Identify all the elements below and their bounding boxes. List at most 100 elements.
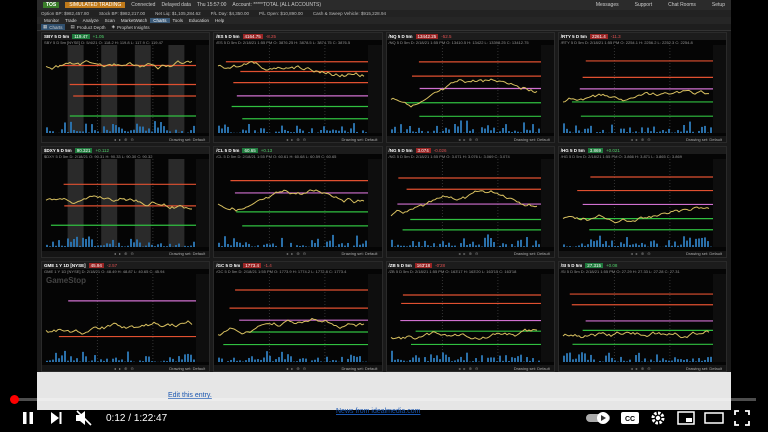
price-axis[interactable] — [712, 45, 727, 133]
progress-scrubber[interactable] — [9, 395, 19, 404]
drawing-set-label[interactable]: Drawing set: Default — [341, 251, 377, 256]
drawing-set-label[interactable]: Drawing set: Default — [341, 137, 377, 142]
price-chart[interactable] — [42, 45, 210, 141]
chart-symbol[interactable]: SBY 5 D 5m — [44, 34, 69, 39]
menu-help[interactable]: Help — [212, 18, 227, 23]
price-axis[interactable] — [196, 45, 210, 133]
top-link-chat-rooms[interactable]: Chat Rooms — [668, 2, 696, 8]
next-button[interactable] — [42, 404, 70, 432]
chart-nav-icons[interactable]: ◂ ▸ ⊕ ⊖ — [387, 137, 480, 142]
price-chart[interactable] — [214, 273, 382, 370]
price-axis[interactable] — [368, 273, 382, 362]
drawing-set-label[interactable]: Drawing set: Default — [341, 366, 377, 371]
chart-symbol[interactable]: /NQ 5 D 5m — [389, 34, 413, 39]
chart-panel[interactable]: /NG 5 D 5m 3.074 -0.026/NG 5 D 5m D: 2/18/… — [385, 146, 555, 258]
chart-panel[interactable]: /ES 5 D 5m 4164.75 -8.25/ES 5 D 5m D: 2/18… — [213, 32, 383, 144]
chart-nav-icons[interactable]: ◂ ▸ ⊕ ⊖ — [42, 366, 135, 371]
chart-symbol[interactable]: /ZB 5 D 5m — [389, 263, 412, 268]
chart-panel[interactable]: /RTY 5 D 5m 2261.4 -11.3/RTY 5 D 5m D: 2/1… — [557, 32, 727, 144]
price-axis[interactable] — [540, 273, 555, 362]
chart-panel[interactable]: /CL 5 D 5m 60.65 +0.13/CL 5 D 5m D: 2/18/2… — [213, 146, 383, 258]
account-selector[interactable]: Account: *****TOTAL (ALL ACCOUNTS) — [232, 2, 321, 8]
price-chart[interactable] — [214, 45, 382, 141]
drawing-set-label[interactable]: Drawing set: Default — [514, 251, 550, 256]
menu-analyze[interactable]: Analyze — [80, 18, 102, 23]
pause-button[interactable] — [14, 404, 42, 432]
price-axis[interactable] — [540, 159, 555, 248]
video-progress-bar[interactable] — [9, 395, 756, 404]
menu-charts[interactable]: Charts — [150, 18, 170, 23]
chart-panel[interactable]: /NQ 5 D 5m 13442.25 -52.5/NQ 5 D 5m D: 2/1… — [385, 32, 555, 144]
price-chart[interactable] — [387, 45, 555, 141]
price-axis[interactable] — [368, 45, 382, 133]
chart-panel[interactable]: /SI 5 D 5m 27.315 +0.08/SI 5 D 5m D: 2/18/… — [557, 260, 727, 372]
price-axis[interactable] — [368, 159, 382, 248]
chart-panel[interactable]: /HG 5 D 5m 3.869 +0.021/HG 5 D 5m D: 2/18/… — [557, 146, 727, 258]
drawing-set-label[interactable]: Drawing set: Default — [686, 251, 722, 256]
top-link-messages[interactable]: Messages — [596, 2, 619, 8]
drawing-set-label[interactable]: Drawing set: Default — [169, 251, 205, 256]
chart-symbol[interactable]: /RTY 5 D 5m — [561, 34, 587, 39]
price-axis[interactable] — [712, 159, 727, 248]
chart-symbol[interactable]: /GC 5 D 5m — [216, 263, 240, 268]
price-chart[interactable] — [387, 273, 555, 370]
chart-nav-icons[interactable]: ◂ ▸ ⊕ ⊖ — [42, 251, 135, 256]
fullscreen-button[interactable] — [728, 404, 756, 432]
price-axis[interactable] — [540, 45, 555, 133]
chart-panel[interactable]: $DXY 5 D 5m 90.321 +0.112 $DXY 5 D 5m D: 2/… — [41, 146, 211, 258]
chart-symbol[interactable]: /SI 5 D 5m — [561, 263, 583, 268]
chart-nav-icons[interactable]: ◂ ▸ ⊕ ⊖ — [214, 251, 307, 256]
menu-monitor[interactable]: Monitor — [41, 18, 62, 23]
tab-prophet-insights[interactable]: ◈ Prophet Insights — [112, 24, 150, 30]
drawing-set-label[interactable]: Drawing set: Default — [169, 366, 205, 371]
autoplay-toggle[interactable] — [582, 404, 616, 432]
chart-symbol[interactable]: /ES 5 D 5m — [216, 34, 239, 39]
chart-panel[interactable]: /ZB 5 D 5m 163'18 -0'28/ZB 5 D 5m D: 2/18/… — [385, 260, 555, 372]
chart-nav-icons[interactable]: ◂ ▸ ⊕ ⊖ — [214, 137, 307, 142]
drawing-set-label[interactable]: Drawing set: Default — [514, 137, 550, 142]
chart-nav-icons[interactable]: ◂ ▸ ⊕ ⊖ — [559, 137, 652, 142]
tab-product-depth[interactable]: ▤ Product Depth — [71, 24, 106, 30]
price-chart[interactable] — [559, 273, 727, 370]
chart-symbol[interactable]: GME 1 Y 1D [NYSE] — [44, 263, 86, 268]
chart-panel[interactable]: GME 1 Y 1D [NYSE] 45.94 -2.57 GME 1 Y 1D [N… — [41, 260, 211, 372]
mute-button[interactable] — [70, 404, 98, 432]
chart-panel[interactable]: SBY 5 D 5m 119.47 +1.05 SBY 5 D 5m [NYSE] D… — [41, 32, 211, 144]
chart-symbol[interactable]: /NG 5 D 5m — [389, 148, 413, 153]
drawing-set-label[interactable]: Drawing set: Default — [514, 366, 550, 371]
menu-marketwatch[interactable]: MarketWatch — [118, 18, 150, 23]
price-axis[interactable] — [196, 159, 210, 248]
price-chart[interactable] — [559, 45, 727, 141]
chart-nav-icons[interactable]: ◂ ▸ ⊕ ⊖ — [559, 366, 652, 371]
tab-charts[interactable]: ▦ Charts — [41, 24, 65, 30]
drawing-set-label[interactable]: Drawing set: Default — [169, 137, 205, 142]
price-chart[interactable] — [42, 159, 210, 255]
captions-button[interactable]: CC — [616, 404, 644, 432]
chart-symbol[interactable]: $DXY 5 D 5m — [44, 148, 72, 153]
price-chart[interactable] — [214, 159, 382, 255]
drawing-set-label[interactable]: Drawing set: Default — [686, 137, 722, 142]
menu-tools[interactable]: Tools — [170, 18, 187, 23]
price-chart[interactable] — [42, 273, 210, 370]
chart-nav-icons[interactable]: ◂ ▸ ⊕ ⊖ — [559, 251, 652, 256]
miniplayer-button[interactable] — [672, 404, 700, 432]
theater-mode-button[interactable] — [700, 404, 728, 432]
menu-trade[interactable]: Trade — [62, 18, 80, 23]
chart-nav-icons[interactable]: ◂ ▸ ⊕ ⊖ — [42, 137, 135, 142]
chart-nav-icons[interactable]: ◂ ▸ ⊕ ⊖ — [387, 366, 480, 371]
chart-symbol[interactable]: /HG 5 D 5m — [561, 148, 585, 153]
chart-symbol[interactable]: /CL 5 D 5m — [216, 148, 239, 153]
price-axis[interactable] — [712, 273, 727, 362]
video-frame[interactable]: TOS SIMULATED TRADING Connected Delayed … — [0, 0, 768, 432]
chart-nav-icons[interactable]: ◂ ▸ ⊕ ⊖ — [387, 251, 480, 256]
menu-education[interactable]: Education — [186, 18, 212, 23]
drawing-set-label[interactable]: Drawing set: Default — [686, 366, 722, 371]
top-link-setup[interactable]: Setup — [712, 2, 725, 8]
settings-button[interactable] — [644, 404, 672, 432]
menu-scan[interactable]: Scan — [102, 18, 118, 23]
top-link-support[interactable]: Support — [635, 2, 653, 8]
price-chart[interactable] — [559, 159, 727, 255]
price-chart[interactable] — [387, 159, 555, 255]
chart-panel[interactable]: /GC 5 D 5m 1773.4 -1.4/GC 5 D 5m D: 2/18/2… — [213, 260, 383, 372]
price-axis[interactable] — [196, 273, 210, 362]
